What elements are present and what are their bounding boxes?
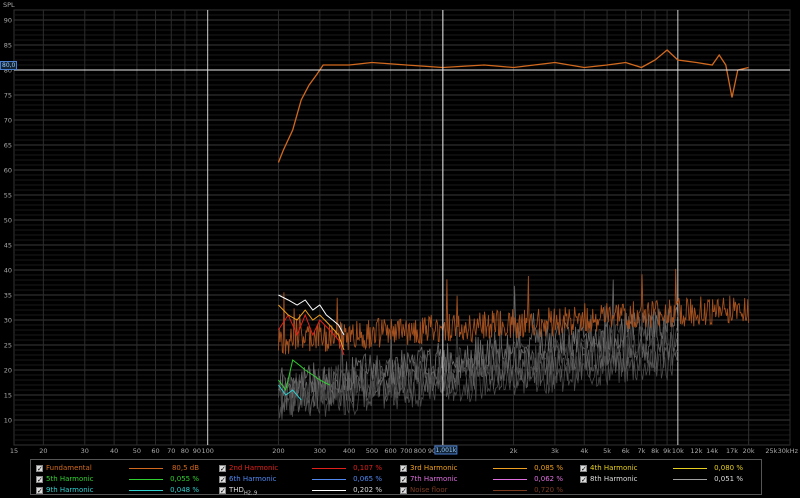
y-tick-label: 40 [4,267,12,275]
y-tick-label: 35 [4,292,12,300]
legend-label: 6th Harmonic [229,475,277,483]
x-tick-label: 3k [551,447,559,455]
distortion-graph[interactable]: 90 85 80 75 70 65 60 55 50 45 40 35 30 25 20 15 10 15 20 30… [0,0,800,460]
legend-checkbox[interactable]: ✓ [580,476,587,484]
x-tick-label: 80 [181,447,189,455]
legend-checkbox[interactable]: ✓ [219,487,226,495]
cursor-frequency-readout: 1,001k [436,447,457,454]
legend-label: 5th Harmonic [46,475,94,483]
x-tick-label: 17k [726,447,738,455]
x-tick-label: 6k [622,447,630,455]
y-tick-label: 85 [4,42,12,50]
y-tick-label: 15 [4,392,12,400]
legend-swatch [312,468,346,469]
x-tick-label: 5k [603,447,611,455]
y-tick-label: 45 [4,242,12,250]
legend-checkbox[interactable]: ✓ [36,465,43,473]
x-tick-label: 60 [151,447,159,455]
legend-label: 4th Harmonic [590,464,638,472]
x-tick-label: 8k [651,447,659,455]
legend-swatch [493,490,527,491]
cursor-level-readout: 80,0 [0,61,18,70]
x-tick-label: 4k [580,447,588,455]
legend-value: 0,062 % [534,475,563,483]
legend-value: 0,080 % [714,464,743,472]
legend-swatch [129,479,163,480]
x-tick-label: 800 [414,447,426,455]
x-tick-label: 300 [314,447,326,455]
x-tick-label: 2k [510,447,518,455]
legend-checkbox[interactable]: ✓ [400,476,407,484]
x-tick-label: 500 [366,447,378,455]
x-tick-label: 15 [10,447,18,455]
legend-swatch [673,468,707,469]
legend-swatch [493,468,527,469]
x-tick-label: 100 [201,447,213,455]
legend-subscript: H2..9 [243,490,258,497]
legend-swatch [312,479,346,480]
legend-checkbox[interactable]: ✓ [36,487,43,495]
y-tick-label: 60 [4,167,12,175]
legend-label: Noise floor [410,486,448,494]
legend-checkbox[interactable]: ✓ [400,487,407,495]
legend-label: Fundamental [46,464,92,472]
x-tick-label: 20 [39,447,47,455]
x-tick-label: 7k [637,447,645,455]
legend-label: 2nd Harmonic [229,464,279,472]
x-axis-unit: 30kHz [778,447,799,455]
x-tick-label: 400 [343,447,355,455]
x-tick-label: 600 [384,447,396,455]
x-tick-label: 90 [193,447,201,455]
legend-value: 0,055 % [170,475,199,483]
y-tick-label: 75 [4,92,12,100]
x-tick-label: 70 [167,447,175,455]
y-tick-label: 30 [4,317,12,325]
legend-swatch [129,468,163,469]
legend-value: 0,065 % [353,475,382,483]
rew-distortion-window: 90 85 80 75 70 65 60 55 50 45 40 35 30 25 20 15 10 15 20 30… [0,0,800,496]
x-tick-label: 12k [690,447,702,455]
legend-value: 0,051 % [714,475,743,483]
legend-value: 0,720 % [534,486,563,494]
x-tick-label: 10k [672,447,684,455]
y-tick-label: 20 [4,367,12,375]
x-tick-label: 20k [743,447,755,455]
legend-value: 80,5 dB [171,464,199,472]
legend-checkbox[interactable]: ✓ [219,476,226,484]
x-tick-label: 40 [110,447,118,455]
y-tick-label: 65 [4,142,12,150]
legend-swatch [673,479,707,480]
y-tick-label: 10 [4,417,12,425]
legend-value: 0,085 % [534,464,563,472]
x-tick-label: 700 [400,447,412,455]
legend-swatch [129,490,163,491]
legend-label: 9th Harmonic [46,486,94,494]
y-tick-label: 55 [4,192,12,200]
legend-label: THDH2..9 [229,486,258,497]
legend-swatch [493,479,527,480]
legend-label: 8th Harmonic [590,475,638,483]
y-tick-label: 70 [4,117,12,125]
y-axis-title: SPL [3,1,15,9]
x-tick-label: 30 [81,447,89,455]
y-tick-label: 50 [4,217,12,225]
legend-value: 0,048 % [170,486,199,494]
x-tick-label: 14k [706,447,718,455]
legend-checkbox[interactable]: ✓ [36,476,43,484]
legend-checkbox[interactable]: ✓ [400,465,407,473]
x-tick-label: 50 [133,447,141,455]
x-tick-label: 25k [765,447,777,455]
legend-value: 0,202 % [353,486,382,494]
x-tick-label: 9k [663,447,671,455]
legend-label: 3rd Harmonic [410,464,458,472]
legend-swatch [312,490,346,491]
legend-checkbox[interactable]: ✓ [219,465,226,473]
y-tick-label: 25 [4,342,12,350]
legend-value: 0,107 % [353,464,382,472]
x-tick-label: 200 [272,447,284,455]
legend-checkbox[interactable]: ✓ [580,465,587,473]
y-tick-label: 90 [4,17,12,25]
legend-label: 7th Harmonic [410,475,458,483]
